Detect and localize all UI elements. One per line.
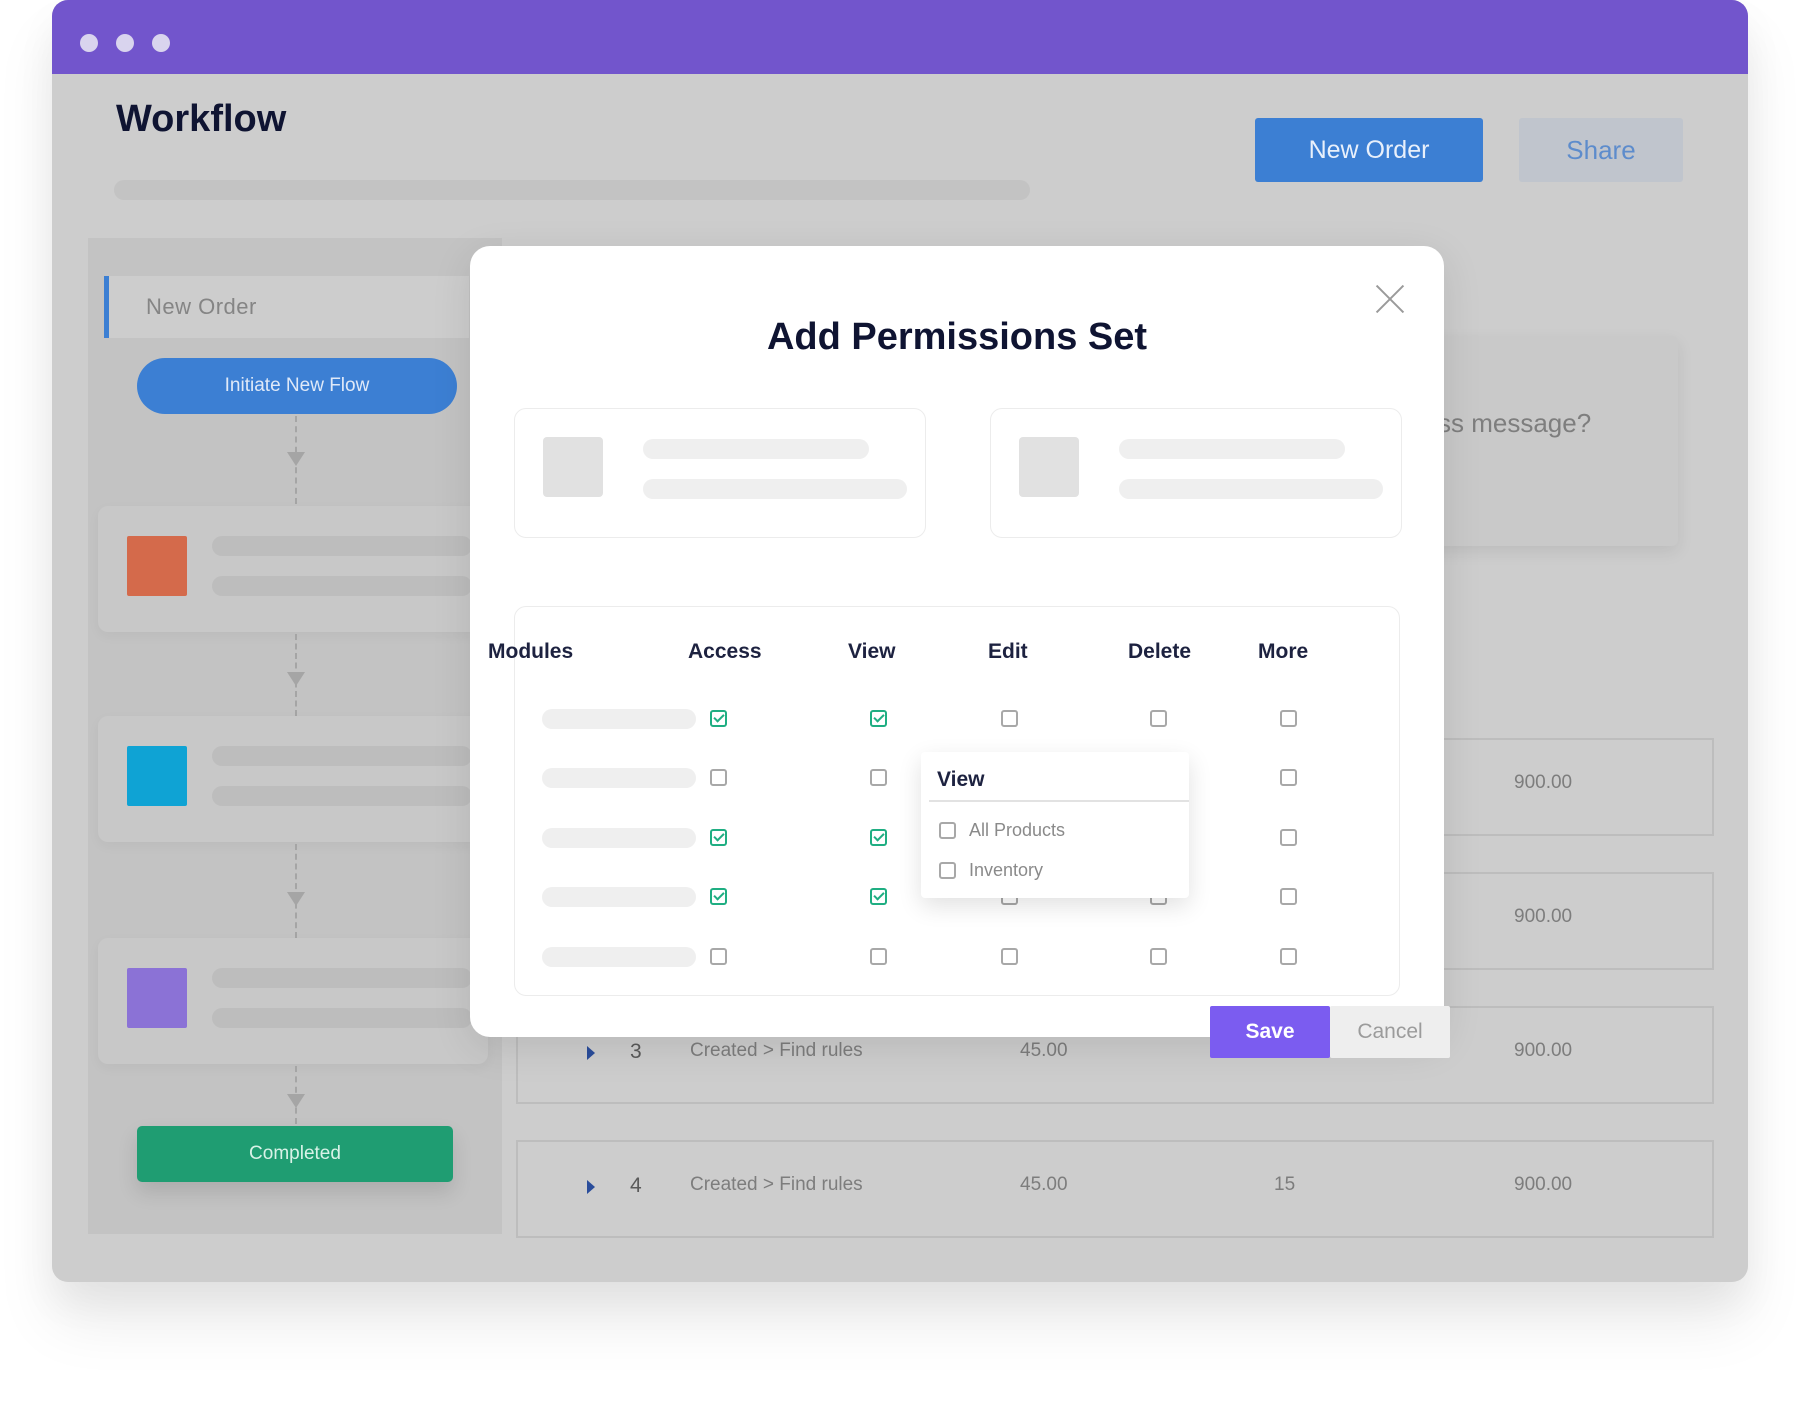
window-titlebar <box>52 0 1748 74</box>
dropdown-checkbox-inventory[interactable] <box>939 862 956 879</box>
permission-checkbox-access[interactable] <box>710 948 727 965</box>
view-dropdown: View All Products Inventory <box>921 752 1189 898</box>
column-header-access: Access <box>688 640 762 663</box>
step-subtitle-placeholder <box>212 576 472 596</box>
flow-step-square <box>127 536 187 596</box>
flow-arrow-icon <box>287 1094 305 1108</box>
permission-checkbox-more[interactable] <box>1280 769 1297 786</box>
initiate-new-flow-button[interactable]: Initiate New Flow <box>137 358 457 414</box>
row-total: 900.00 <box>1514 772 1573 793</box>
window-close-dot[interactable] <box>80 34 98 52</box>
module-name-placeholder <box>542 768 696 788</box>
column-header-more: More <box>1258 640 1309 663</box>
permission-checkbox-more[interactable] <box>1280 888 1297 905</box>
save-button[interactable]: Save <box>1210 1006 1330 1058</box>
step-title-placeholder <box>212 968 472 988</box>
info-card-thumbnail <box>543 437 603 497</box>
app-window: Workflow New Order Share New Order Initi… <box>52 0 1748 1282</box>
info-card-thumbnail <box>1019 437 1079 497</box>
row-status: Created > Find rules <box>690 1040 863 1061</box>
permission-checkbox-access[interactable] <box>710 829 727 846</box>
dropdown-option-label: All Products <box>969 820 1066 840</box>
share-button[interactable]: Share <box>1519 118 1683 182</box>
info-card-text-placeholder <box>643 479 907 499</box>
module-name-placeholder <box>542 887 696 907</box>
permission-checkbox-view[interactable] <box>870 769 887 786</box>
dropdown-divider <box>929 800 1189 802</box>
row-price: 45.00 <box>1020 1174 1068 1195</box>
step-subtitle-placeholder <box>212 786 472 806</box>
row-quantity: 15 <box>1274 1174 1296 1195</box>
step-subtitle-placeholder <box>212 1008 472 1028</box>
expand-row-icon[interactable] <box>587 1180 595 1194</box>
info-card <box>990 408 1402 538</box>
row-number: 4 <box>630 1174 642 1197</box>
info-card-text-placeholder <box>1119 479 1383 499</box>
row-total: 900.00 <box>1514 1174 1573 1195</box>
row-total: 900.00 <box>1514 906 1573 927</box>
permission-checkbox-edit[interactable] <box>1001 948 1018 965</box>
permission-checkbox-more[interactable] <box>1280 710 1297 727</box>
flow-arrow-icon <box>287 672 305 686</box>
background-message-text: ss message? <box>1438 408 1592 438</box>
column-header-modules: Modules <box>488 640 574 663</box>
flow-step-square <box>127 968 187 1028</box>
info-card <box>514 408 926 538</box>
module-name-placeholder <box>542 947 696 967</box>
module-name-placeholder <box>542 709 696 729</box>
close-icon[interactable] <box>1373 282 1407 316</box>
dropdown-option-label: Inventory <box>969 860 1044 880</box>
permission-checkbox-view[interactable] <box>870 888 887 905</box>
step-title-placeholder <box>212 746 472 766</box>
flow-connector <box>295 844 297 938</box>
permission-checkbox-view[interactable] <box>870 829 887 846</box>
row-status: Created > Find rules <box>690 1174 863 1195</box>
permission-checkbox-view[interactable] <box>870 948 887 965</box>
cancel-button[interactable]: Cancel <box>1330 1006 1450 1058</box>
dropdown-title: View <box>937 768 985 791</box>
modal-title: Add Permissions Set <box>766 316 1148 358</box>
step-title-placeholder <box>212 536 472 556</box>
permission-checkbox-edit[interactable] <box>1001 710 1018 727</box>
permission-checkbox-delete[interactable] <box>1150 710 1167 727</box>
permission-checkbox-more[interactable] <box>1280 948 1297 965</box>
column-header-delete: Delete <box>1128 640 1192 663</box>
row-total: 900.00 <box>1514 1040 1573 1061</box>
expand-row-icon[interactable] <box>587 1046 595 1060</box>
flow-arrow-icon <box>287 892 305 906</box>
dropdown-checkbox-all-products[interactable] <box>939 822 956 839</box>
permission-checkbox-delete[interactable] <box>1150 948 1167 965</box>
subtitle-placeholder <box>114 180 1030 200</box>
column-header-edit: Edit <box>988 640 1028 663</box>
page-title: Workflow <box>116 98 287 140</box>
permission-checkbox-view[interactable] <box>870 710 887 727</box>
permission-checkbox-access[interactable] <box>710 769 727 786</box>
module-name-placeholder <box>542 828 696 848</box>
row-number: 3 <box>630 1040 642 1063</box>
row-price: 45.00 <box>1020 1040 1068 1061</box>
column-header-view: View <box>848 640 896 663</box>
sidebar-tab-label: New Order <box>146 294 257 319</box>
new-order-button[interactable]: New Order <box>1255 118 1483 182</box>
flow-step-square <box>127 746 187 806</box>
window-maximize-dot[interactable] <box>152 34 170 52</box>
permission-checkbox-access[interactable] <box>710 888 727 905</box>
info-card-title-placeholder <box>643 439 869 459</box>
window-minimize-dot[interactable] <box>116 34 134 52</box>
permission-checkbox-access[interactable] <box>710 710 727 727</box>
flow-arrow-icon <box>287 452 305 466</box>
info-card-title-placeholder <box>1119 439 1345 459</box>
completed-button[interactable]: Completed <box>137 1126 453 1182</box>
permission-checkbox-more[interactable] <box>1280 829 1297 846</box>
